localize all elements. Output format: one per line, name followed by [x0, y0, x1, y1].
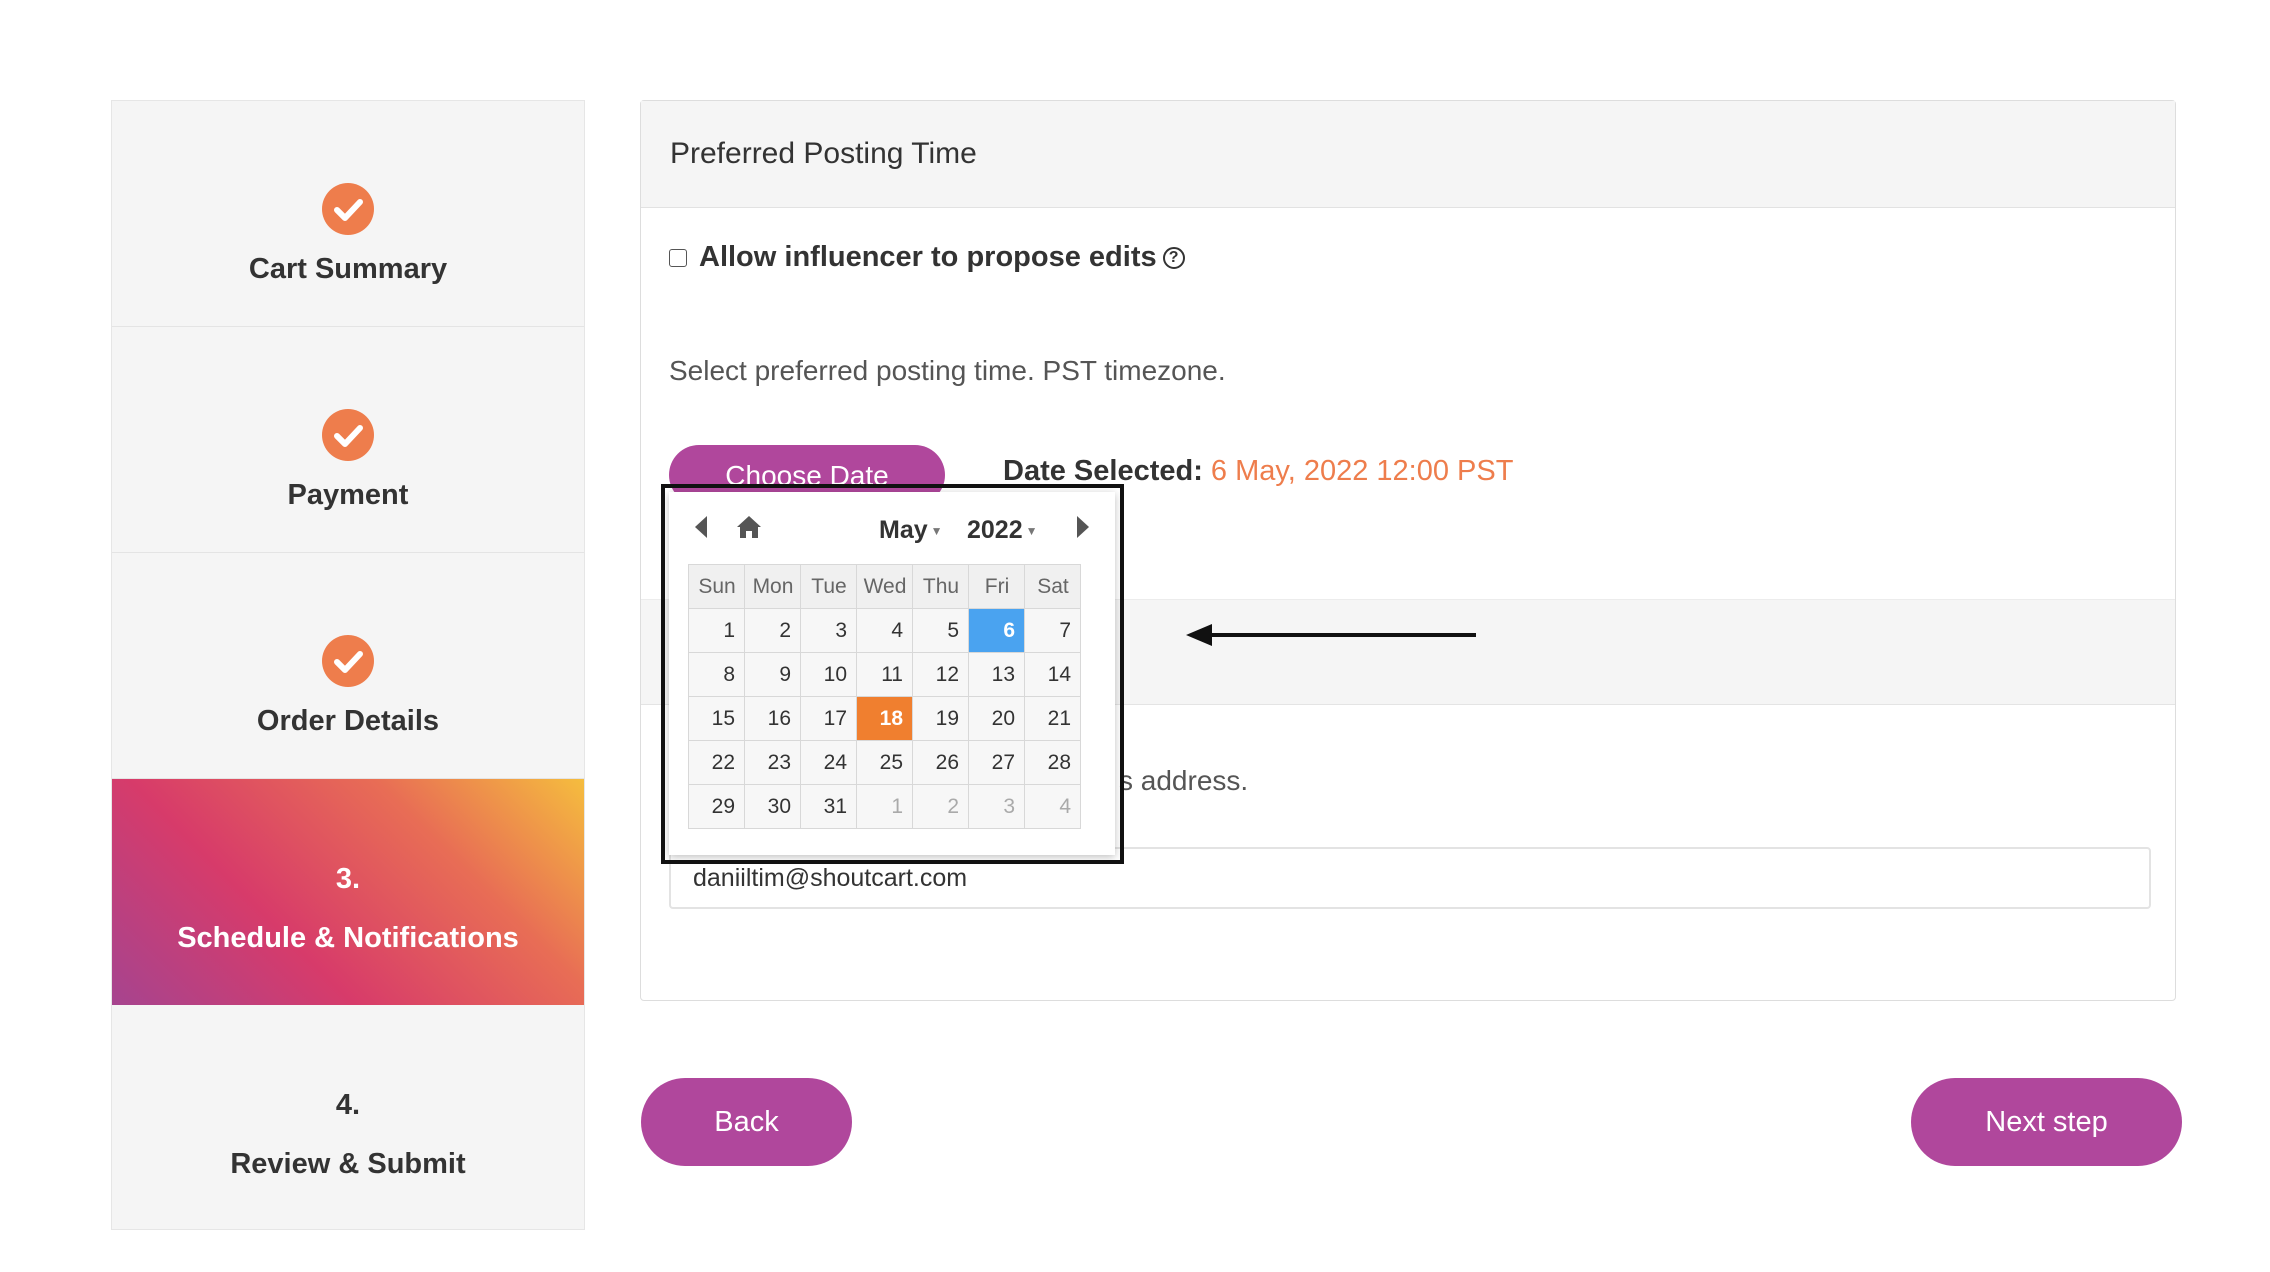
back-button[interactable]: Back: [641, 1078, 852, 1166]
check-circle-icon: [322, 635, 374, 687]
step-label: Schedule & Notifications: [177, 922, 519, 954]
allow-edits-row: Allow influencer to propose edits ?: [669, 241, 1185, 274]
step-label: Order Details: [256, 705, 440, 737]
panel-title: Preferred Posting Time: [670, 137, 977, 170]
check-circle-icon: [322, 409, 374, 461]
date-selected-value: 6 May, 2022 12:00 PST: [1210, 455, 1514, 487]
date-selected-label: Date Selected:: [1003, 455, 1203, 487]
allow-edits-checkbox[interactable]: [669, 248, 687, 267]
email-hint: s address.: [1119, 765, 1248, 797]
step-payment[interactable]: Payment: [112, 327, 584, 553]
next-step-button[interactable]: Next step: [1911, 1078, 2182, 1166]
check-circle-icon: [322, 183, 374, 235]
allow-edits-label: Allow influencer to propose edits: [699, 241, 1157, 273]
posting-time-hint: Select preferred posting time. PST timez…: [669, 355, 1226, 386]
step-label: Review & Submit: [230, 1148, 466, 1180]
step-label: Payment: [287, 479, 409, 511]
step-number: 3.: [335, 863, 361, 895]
arrow-left-icon: [1186, 624, 1476, 646]
step-review-submit[interactable]: 4. Review & Submit: [112, 1005, 584, 1231]
step-order-details[interactable]: Order Details: [112, 553, 584, 779]
highlight-frame: [661, 484, 1124, 864]
step-label: Cart Summary: [248, 253, 448, 285]
email-hint-text: s address.: [1119, 765, 1249, 796]
step-sidebar: Cart Summary Payment Order Details 3. Sc…: [111, 100, 585, 1230]
help-circle-icon[interactable]: ?: [1162, 246, 1185, 269]
step-cart-summary[interactable]: Cart Summary: [112, 101, 584, 327]
step-schedule-notifications[interactable]: 3. Schedule & Notifications: [112, 779, 584, 1005]
step-number: 4.: [335, 1089, 361, 1121]
